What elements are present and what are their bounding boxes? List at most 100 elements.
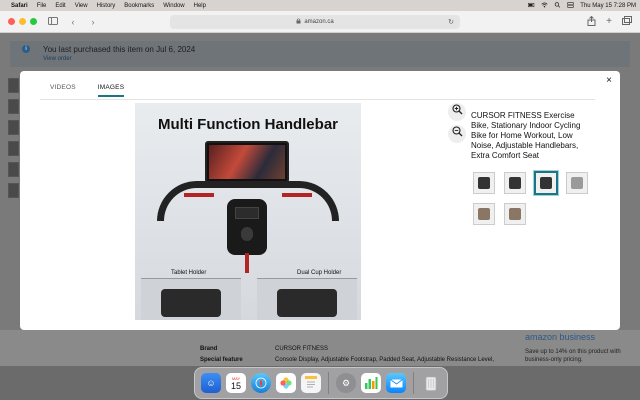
- finder-icon[interactable]: ☺: [201, 373, 221, 393]
- wifi-icon[interactable]: [541, 2, 548, 10]
- gallery-thumbnail[interactable]: [566, 172, 588, 194]
- back-button[interactable]: ‹: [67, 17, 79, 27]
- tablet-holder-inset: [141, 278, 241, 320]
- search-icon[interactable]: [554, 1, 561, 10]
- safari-icon[interactable]: [251, 373, 271, 393]
- tablet-screen: [209, 145, 285, 179]
- page-thumbnail[interactable]: [8, 183, 19, 198]
- menu-view[interactable]: View: [75, 3, 88, 9]
- reload-icon[interactable]: ↻: [448, 18, 454, 26]
- menu-window[interactable]: Window: [163, 3, 184, 9]
- handlebar-accent: [184, 193, 214, 197]
- spec-label: Special feature: [200, 357, 243, 363]
- address-bar[interactable]: amazon.ca ↻: [170, 15, 460, 29]
- page-thumbnail[interactable]: [8, 99, 19, 114]
- menu-help[interactable]: Help: [194, 3, 206, 9]
- menu-file[interactable]: File: [37, 3, 47, 9]
- spec-value: CURSOR FITNESS: [275, 346, 329, 352]
- sidebar-toggle-icon[interactable]: [47, 16, 59, 27]
- calendar-day: 15: [230, 380, 241, 391]
- resistance-stem: [245, 253, 249, 273]
- page-thumbnail[interactable]: [8, 120, 19, 135]
- tab-divider: [40, 99, 595, 100]
- page-thumbnail[interactable]: [8, 141, 19, 156]
- spec-value: Console Display, Adjustable Footstrap, P…: [275, 357, 495, 363]
- close-window-button[interactable]: [8, 18, 15, 25]
- dock-separator: [328, 372, 329, 394]
- address-url: amazon.ca: [304, 19, 334, 25]
- spec-label: Brand: [200, 346, 218, 352]
- mail-icon[interactable]: [386, 373, 406, 393]
- new-tab-icon[interactable]: +: [606, 16, 612, 29]
- menubar-status-area: Thu May 15 7:28 PM: [528, 1, 636, 10]
- close-modal-button[interactable]: ×: [606, 75, 612, 86]
- thumbnail-graphic: [509, 208, 521, 220]
- calendar-icon[interactable]: MAY 15: [226, 373, 246, 393]
- tab-videos[interactable]: VIDEOS: [50, 84, 76, 97]
- numbers-icon[interactable]: [361, 373, 381, 393]
- notes-icon[interactable]: [301, 373, 321, 393]
- zoom-out-icon: [451, 126, 462, 137]
- product-title: CURSOR FITNESS Exercise Bike, Stationary…: [471, 111, 581, 160]
- purchase-message: You last purchased this item on Jul 6, 2…: [43, 45, 196, 54]
- gallery-thumbnail[interactable]: [504, 203, 526, 225]
- cup-holder-inset: [257, 278, 357, 320]
- menu-history[interactable]: History: [97, 3, 116, 9]
- thumbnail-graphic: [540, 177, 552, 189]
- thumbnail-graphic: [509, 177, 521, 189]
- minimize-window-button[interactable]: [19, 18, 26, 25]
- gallery-thumbnail-selected[interactable]: [534, 171, 558, 195]
- main-product-image[interactable]: Multi Function Handlebar Tablet Holder D…: [135, 103, 361, 320]
- page-thumbnail-strip: [8, 78, 20, 204]
- caption-dual-cup-holder: Dual Cup Holder: [297, 270, 342, 276]
- view-order-link[interactable]: View order: [43, 56, 72, 62]
- share-icon[interactable]: [587, 15, 596, 29]
- console-display: [235, 207, 259, 219]
- page-thumbnail[interactable]: [8, 162, 19, 177]
- zoom-in-icon: [451, 104, 462, 115]
- gallery-thumbnail[interactable]: [504, 172, 526, 194]
- tab-overview-icon[interactable]: [622, 16, 632, 29]
- info-icon: i: [22, 45, 30, 53]
- tablet-graphic: [205, 141, 289, 183]
- image-headline: Multi Function Handlebar: [158, 116, 338, 133]
- gallery-thumbnail[interactable]: [473, 172, 495, 194]
- zoom-window-button[interactable]: [30, 18, 37, 25]
- tab-images[interactable]: IMAGES: [97, 84, 125, 97]
- image-gallery-modal: × VIDEOS IMAGES Multi Function Handlebar…: [20, 71, 620, 330]
- dock: ☺ MAY 15 ⚙: [194, 367, 448, 399]
- menu-bar: Safari File Edit View History Bookmarks …: [0, 0, 640, 11]
- menu-bookmarks[interactable]: Bookmarks: [124, 3, 154, 9]
- toolbar-right: +: [587, 15, 632, 29]
- lock-icon: [296, 18, 301, 26]
- browser-toolbar: ‹ › amazon.ca ↻ +: [0, 11, 640, 33]
- battery-icon[interactable]: [528, 2, 535, 10]
- photos-icon[interactable]: [276, 373, 296, 393]
- inset-graphic: [277, 289, 337, 317]
- zoom-in-button[interactable]: [448, 103, 466, 121]
- thumbnail-graphic: [478, 177, 490, 189]
- menu-edit[interactable]: Edit: [55, 3, 65, 9]
- system-settings-icon[interactable]: ⚙: [336, 373, 356, 393]
- menu-safari[interactable]: Safari: [11, 3, 28, 9]
- console-knob: [241, 227, 253, 241]
- control-center-icon[interactable]: [567, 1, 575, 10]
- gallery-tabs: VIDEOS IMAGES: [50, 84, 125, 97]
- gallery-thumbnail[interactable]: [473, 203, 495, 225]
- trash-icon[interactable]: [421, 373, 441, 393]
- zoom-out-button[interactable]: [448, 125, 466, 143]
- handlebar-accent: [282, 193, 312, 197]
- forward-button[interactable]: ›: [87, 17, 99, 27]
- purchase-banner: i You last purchased this item on Jul 6,…: [10, 41, 630, 67]
- menubar-clock[interactable]: Thu May 15 7:28 PM: [580, 3, 636, 9]
- business-pricing-text: Save up to 14% on this product with busi…: [525, 349, 621, 363]
- thumbnail-graphic: [571, 177, 583, 189]
- console-graphic: [227, 199, 267, 255]
- thumbnail-graphic: [478, 208, 490, 220]
- window-controls: [8, 18, 37, 25]
- caption-tablet-holder: Tablet Holder: [171, 270, 207, 276]
- page-thumbnail[interactable]: [8, 78, 19, 93]
- amazon-business-logo: amazon business: [525, 332, 596, 342]
- dock-separator: [413, 372, 414, 394]
- inset-graphic: [161, 289, 221, 317]
